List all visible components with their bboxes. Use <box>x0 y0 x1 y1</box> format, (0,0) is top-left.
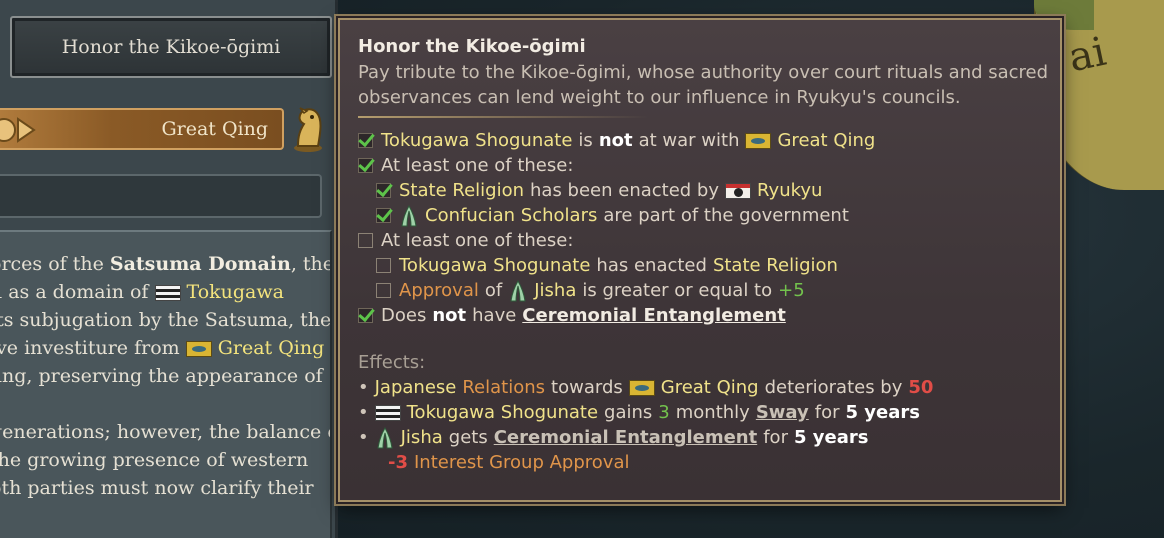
checkbox-checked-icon <box>358 133 373 148</box>
checkbox-unchecked-icon <box>358 233 373 248</box>
option-tooltip: Honor the Kikoe-ōgimi Pay tribute to the… <box>338 18 1062 502</box>
flag-icon <box>628 379 655 396</box>
effect-row: • Tokugawa Shogunate gains 3 monthly Swa… <box>358 400 920 425</box>
interest-group-link[interactable]: Jisha <box>401 425 443 450</box>
checkbox-checked-icon <box>358 158 373 173</box>
desc-line: orces of the Satsuma Domain, the <box>0 253 332 275</box>
tooltip-desc-line: observances can lend weight to our influ… <box>358 87 961 108</box>
modifier-link[interactable]: Ceremonial Entanglement <box>494 425 758 450</box>
condition-row: At least one of these: <box>358 153 1042 178</box>
checkbox-checked-icon <box>376 183 391 198</box>
tooltip-desc-line: Pay tribute to the Kikoe-ōgimi, whose au… <box>358 62 1049 83</box>
country-link[interactable]: Tokugawa Shogunate <box>407 400 598 425</box>
interest-group-link[interactable]: Jisha <box>534 278 576 303</box>
condition-row: Tokugawa Shogunate has enacted State Rel… <box>358 253 1042 278</box>
target-country-bar[interactable]: Great Qing <box>0 108 284 150</box>
desc-line: generations; however, the balance of <box>0 421 332 443</box>
country-link[interactable]: Tokugawa Shogunate <box>399 253 590 278</box>
condition-row: State Religion has been enacted by Ryuky… <box>358 178 1042 203</box>
arrow-icon <box>0 117 36 143</box>
country-link[interactable]: Great Qing <box>661 375 759 400</box>
modifier-link[interactable]: Ceremonial Entanglement <box>522 303 786 328</box>
checkbox-unchecked-icon <box>376 258 391 273</box>
interest-group-link[interactable]: Confucian Scholars <box>425 203 597 228</box>
checkbox-checked-icon <box>376 208 391 223</box>
desc-line: its subjugation by the Satsuma, the <box>0 309 332 331</box>
desc-line: the growing presence of western <box>0 449 309 471</box>
condition-row: Approval of Jisha is greater or equal to… <box>358 278 1042 303</box>
event-description-text: orces of the Satsuma Domain, the d as a … <box>0 250 332 502</box>
condition-row: At least one of these: <box>358 228 1042 253</box>
sway-link[interactable]: Sway <box>756 400 809 425</box>
effect-subrow: -3 Interest Group Approval <box>388 452 630 473</box>
flag-icon <box>745 132 772 149</box>
event-description-box: orces of the Satsuma Domain, the d as a … <box>0 230 332 538</box>
flag-icon <box>374 404 401 421</box>
tooltip-title: Honor the Kikoe-ōgimi <box>358 36 586 57</box>
knight-icon <box>294 107 322 152</box>
effects-label: Effects: <box>358 352 426 373</box>
checkbox-unchecked-icon <box>376 283 391 298</box>
flag-icon <box>185 341 212 357</box>
tooltip-divider <box>358 116 648 118</box>
desc-line: jing, preserving the appearance of <box>0 365 323 387</box>
target-country-label: Great Qing <box>161 118 268 140</box>
desc-line: d as a domain of Tokugawa <box>0 281 284 303</box>
condition-row: Does not have Ceremonial Entanglement <box>358 303 1042 328</box>
approval-link[interactable]: Approval <box>399 278 479 303</box>
flag-icon <box>154 285 181 301</box>
interest-group-icon <box>377 426 393 448</box>
desc-line: ive investiture from Great Qing <box>0 337 325 359</box>
country-link[interactable]: Tokugawa Shogunate <box>381 128 572 153</box>
interest-group-icon <box>510 279 526 301</box>
effect-row: • Japanese Relations towards Great Qing … <box>358 375 934 400</box>
event-panel: Honor the Kikoe-ōgimi Great Qing orces o… <box>0 0 338 538</box>
relations-link[interactable]: Relations <box>462 375 545 400</box>
interest-group-icon <box>401 204 417 226</box>
country-link[interactable]: Great Qing <box>777 128 875 153</box>
event-option-label: Honor the Kikoe-ōgimi <box>61 36 281 58</box>
condition-row: Tokugawa Shogunate is not at war with Gr… <box>358 128 1042 153</box>
law-link[interactable]: State Religion <box>713 253 838 278</box>
event-empty-bar <box>0 174 322 218</box>
law-link[interactable]: State Religion <box>399 178 524 203</box>
condition-row: Confucian Scholars are part of the gover… <box>358 203 1042 228</box>
flag-icon <box>725 182 752 199</box>
country-link[interactable]: Ryukyu <box>757 178 822 203</box>
desc-line: oth parties must now clarify their <box>0 477 314 499</box>
effect-row: • Jisha gets Ceremonial Entanglement for… <box>358 425 869 450</box>
event-option-button[interactable]: Honor the Kikoe-ōgimi <box>10 16 332 78</box>
checkbox-checked-icon <box>358 308 373 323</box>
